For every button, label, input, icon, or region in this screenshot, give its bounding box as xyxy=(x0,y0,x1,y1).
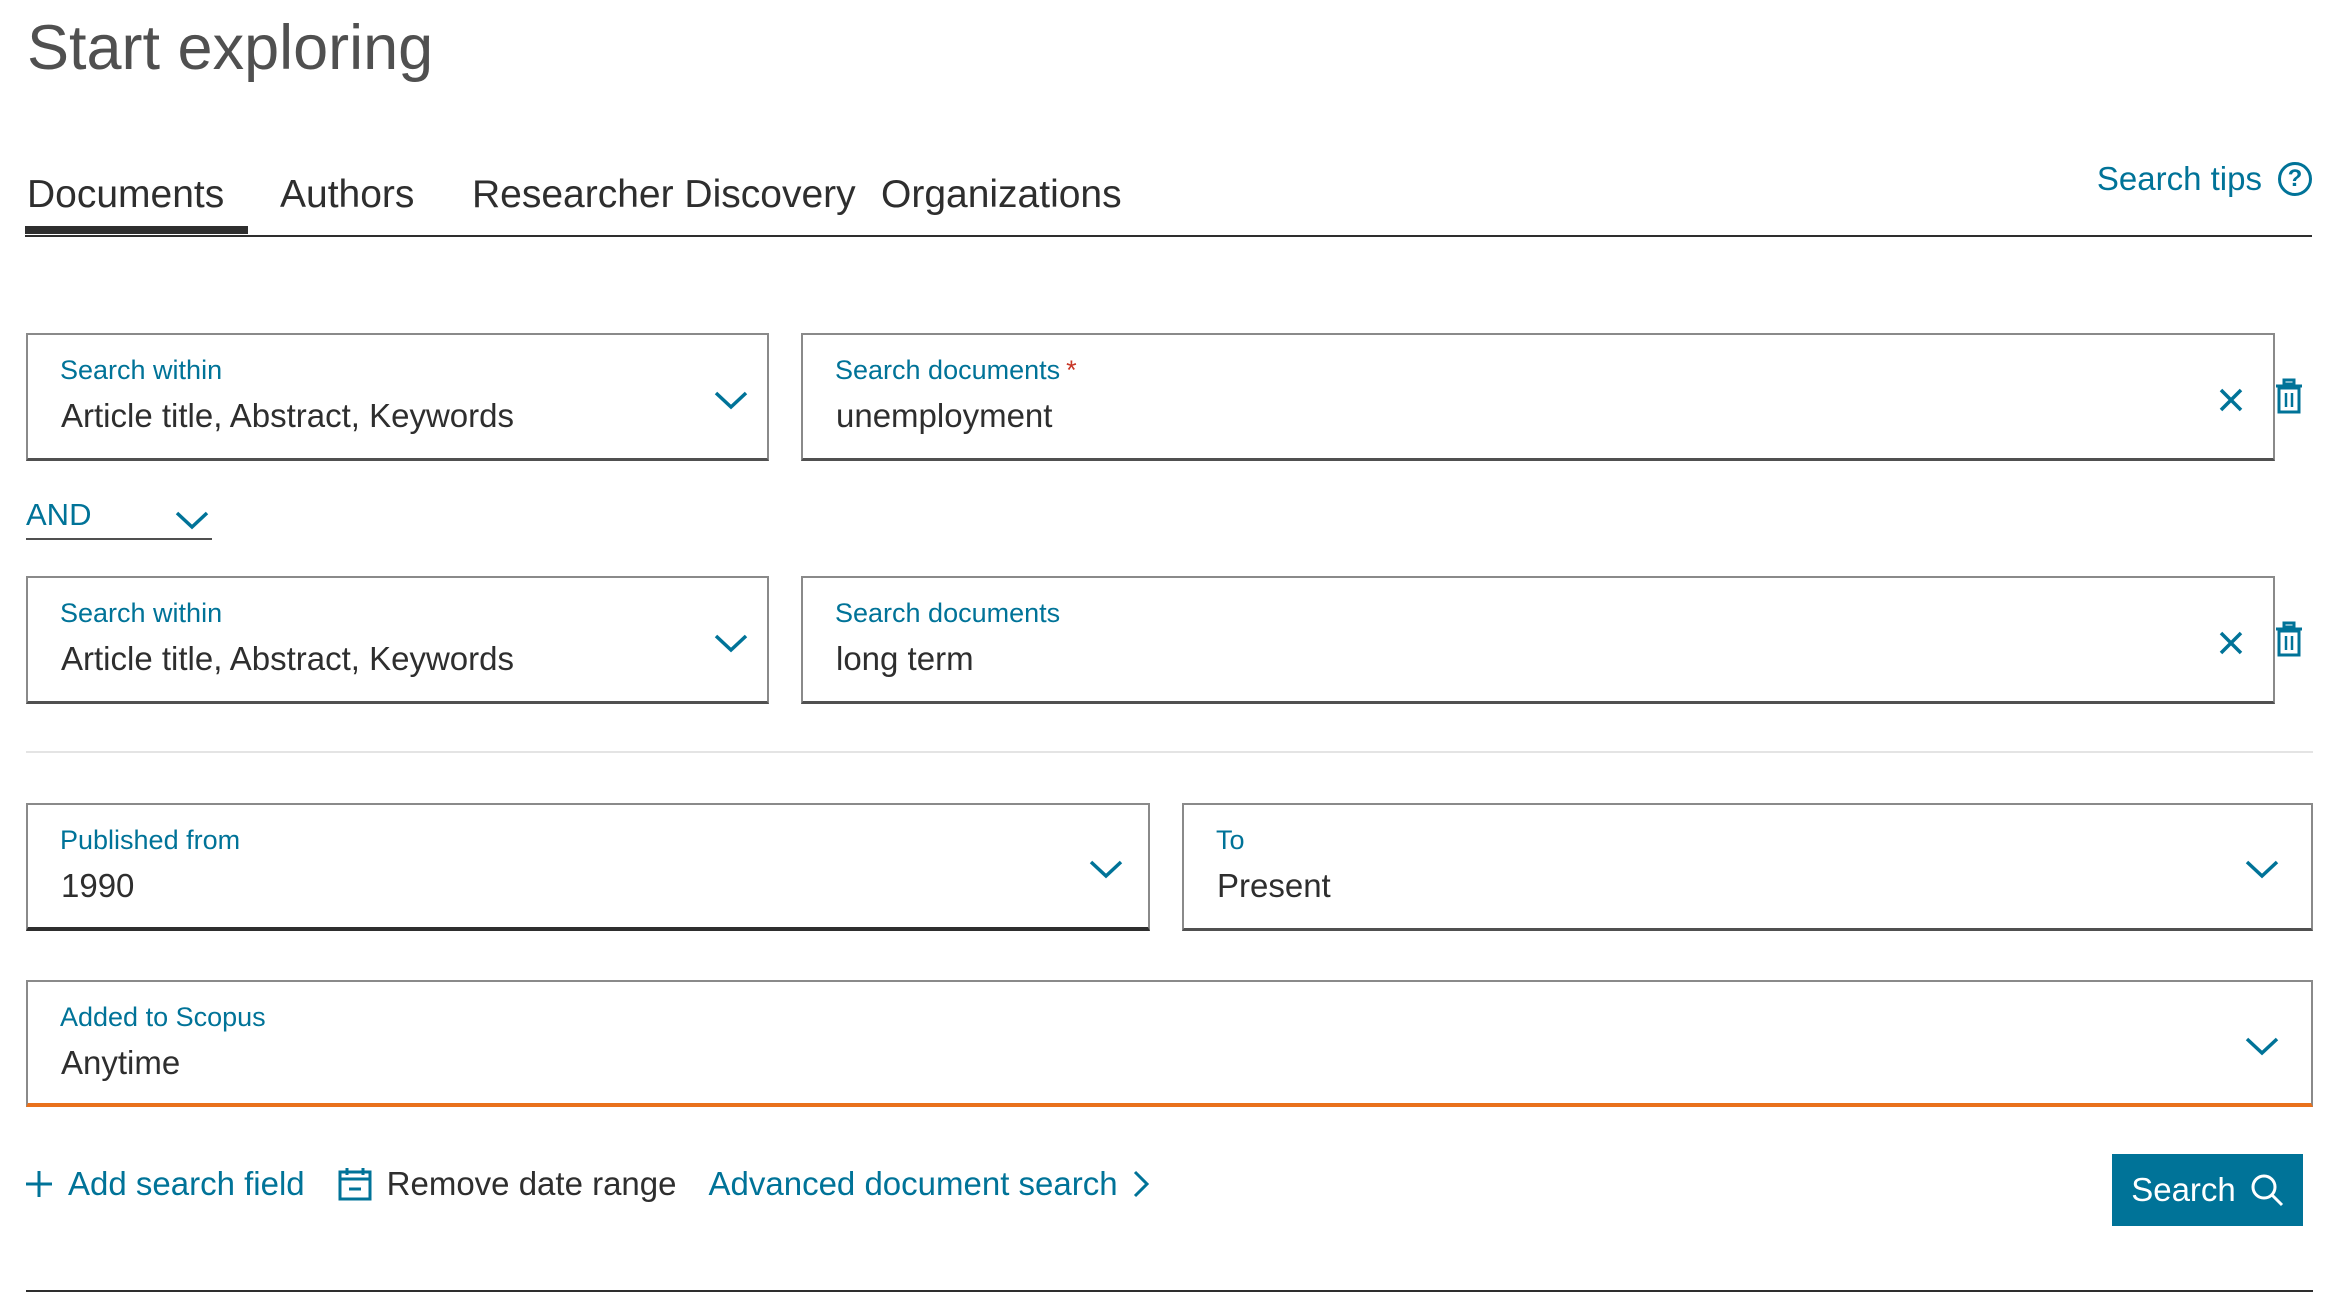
search-button-label: Search xyxy=(2131,1171,2236,1208)
published-to-label: To xyxy=(1216,825,1245,855)
tab-researcher-discovery[interactable]: Researcher Discovery xyxy=(472,173,856,217)
chevron-down-icon xyxy=(1089,860,1123,879)
chevron-right-icon xyxy=(1133,1170,1149,1198)
help-circle-icon: ? xyxy=(2278,162,2312,196)
trash-icon[interactable] xyxy=(2275,621,2303,657)
search-documents-value: long term xyxy=(836,640,974,677)
tab-organizations[interactable]: Organizations xyxy=(881,173,1122,217)
chevron-down-icon xyxy=(2245,1037,2279,1056)
search-button[interactable]: Search xyxy=(2112,1154,2303,1226)
section-divider xyxy=(26,751,2313,753)
remove-date-range-button[interactable]: Remove date range xyxy=(337,1165,677,1203)
search-within-select-1[interactable]: Search within Article title, Abstract, K… xyxy=(26,333,769,461)
chevron-down-icon xyxy=(714,391,748,410)
search-type-tabs: Documents Authors Researcher Discovery O… xyxy=(25,165,2312,237)
required-marker: * xyxy=(1066,355,1077,385)
page-title: Start exploring xyxy=(27,13,434,83)
boolean-operator-select[interactable]: AND xyxy=(26,495,212,540)
tab-authors-label: Authors xyxy=(280,173,415,216)
search-within-label: Search within xyxy=(60,355,223,385)
search-actions: Add search field Remove date range Advan… xyxy=(24,1165,1150,1203)
clear-icon[interactable] xyxy=(2217,629,2245,657)
calendar-icon xyxy=(338,1168,372,1201)
search-within-select-2[interactable]: Search within Article title, Abstract, K… xyxy=(26,576,769,704)
search-documents-label: Search documents * xyxy=(835,355,1077,385)
search-within-value: Article title, Abstract, Keywords xyxy=(61,640,514,677)
search-documents-label: Search documents xyxy=(835,598,1061,628)
published-from-value: 1990 xyxy=(61,867,135,904)
search-icon xyxy=(2251,1174,2283,1207)
search-tips-label: Search tips xyxy=(2096,160,2262,197)
add-search-field-button[interactable]: Add search field xyxy=(24,1165,305,1203)
clear-icon[interactable] xyxy=(2217,386,2245,414)
chevron-down-icon xyxy=(714,634,748,653)
tab-documents-label: Documents xyxy=(27,173,225,216)
trash-icon[interactable] xyxy=(2275,378,2303,414)
advanced-document-search-label: Advanced document search xyxy=(708,1165,1118,1202)
search-documents-value: unemployment xyxy=(836,397,1053,434)
added-to-scopus-select[interactable]: Added to Scopus Anytime xyxy=(26,980,2313,1107)
section-divider-bottom xyxy=(26,1290,2313,1292)
search-tips-link[interactable]: Search tips ? xyxy=(2097,160,2312,198)
added-to-scopus-label: Added to Scopus xyxy=(60,1002,266,1032)
published-to-value: Present xyxy=(1217,867,1331,904)
plus-icon xyxy=(26,1171,52,1197)
add-search-field-label: Add search field xyxy=(68,1165,305,1202)
search-documents-field-1[interactable]: Search documents * unemployment xyxy=(801,333,2275,461)
search-within-label: Search within xyxy=(60,598,223,628)
added-to-scopus-value: Anytime xyxy=(61,1044,181,1081)
search-documents-field-2[interactable]: Search documents long term xyxy=(801,576,2275,704)
chevron-down-icon xyxy=(2245,860,2279,879)
advanced-document-search-link[interactable]: Advanced document search xyxy=(709,1165,1150,1203)
published-from-label: Published from xyxy=(60,825,241,855)
tab-authors[interactable]: Authors xyxy=(280,173,414,217)
active-tab-indicator xyxy=(25,226,248,234)
chevron-down-icon xyxy=(175,511,209,530)
tab-researcher-discovery-label: Researcher Discovery xyxy=(472,173,856,216)
search-within-value: Article title, Abstract, Keywords xyxy=(61,397,514,434)
published-from-select[interactable]: Published from 1990 xyxy=(26,803,1150,931)
published-to-select[interactable]: To Present xyxy=(1182,803,2313,931)
remove-date-range-label: Remove date range xyxy=(386,1165,677,1202)
boolean-operator-value: AND xyxy=(26,497,92,532)
tab-organizations-label: Organizations xyxy=(881,173,1122,216)
